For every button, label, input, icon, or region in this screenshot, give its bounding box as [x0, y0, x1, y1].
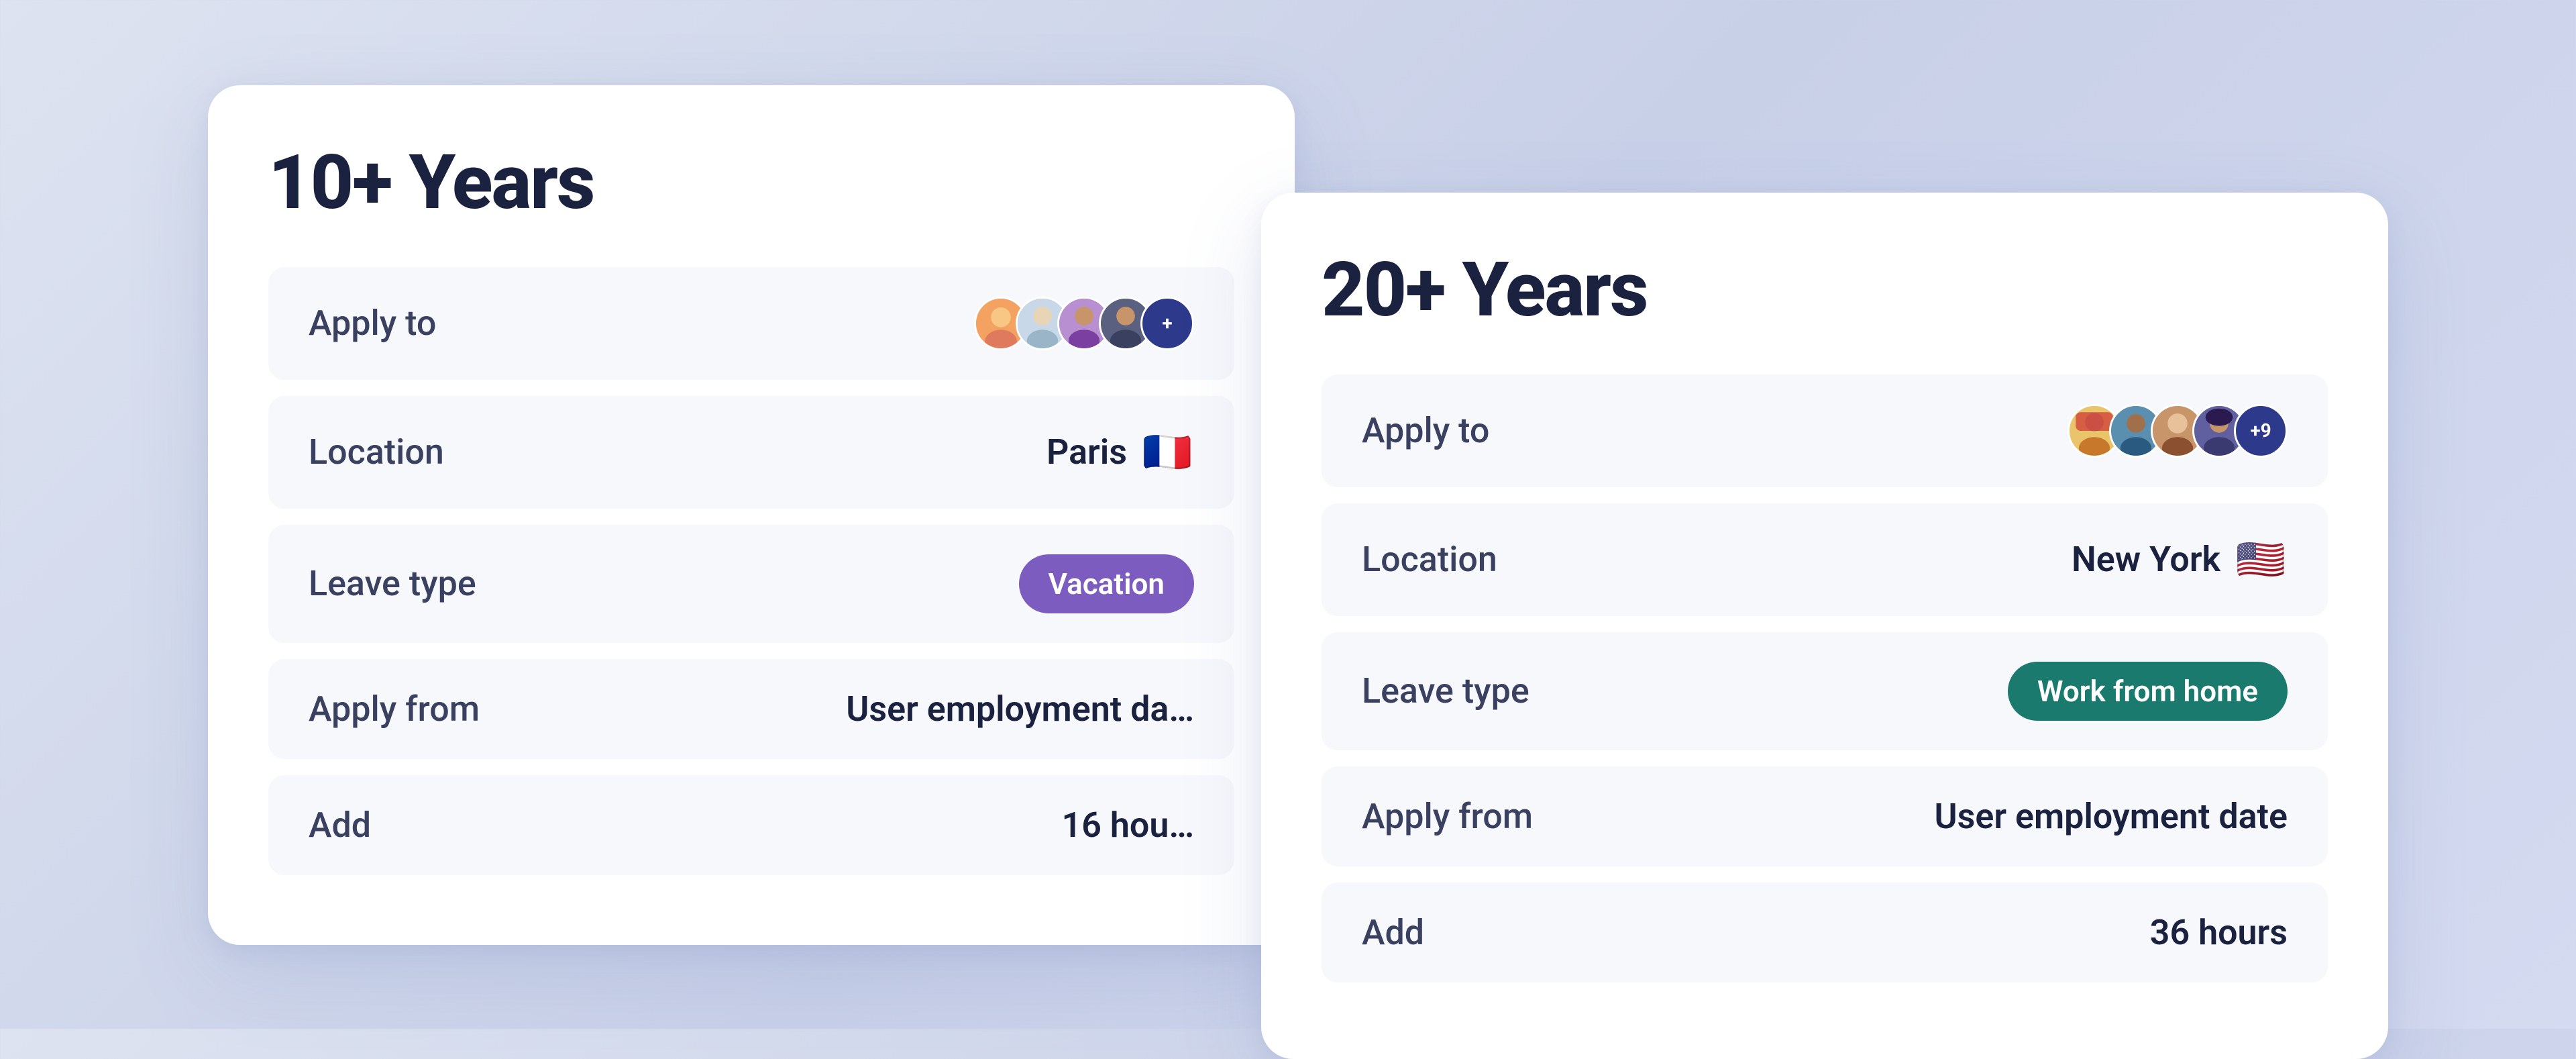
card-front-title: 20+ Years — [1322, 246, 2328, 334]
card-back: 10+ Years Apply to — [208, 85, 1295, 945]
label-apply-from-back: Apply from — [309, 689, 480, 729]
value-apply-from-front: User employment date — [1934, 796, 2288, 837]
label-apply-to-front: Apply to — [1362, 410, 1489, 451]
value-leave-back: Vacation — [1019, 554, 1195, 613]
field-row-add-front: Add 36 hours — [1322, 882, 2328, 982]
label-add-front: Add — [1362, 912, 1424, 953]
card-back-title: 10+ Years — [268, 139, 1234, 227]
flag-front: 🇺🇸 — [2234, 533, 2288, 587]
value-apply-from-back: User employment da… — [846, 689, 1194, 729]
location-text-back: Paris — [1046, 432, 1127, 472]
flag-back: 🇫🇷 — [1140, 425, 1194, 479]
value-apply-to-front: +9 — [2068, 404, 2288, 458]
field-row-apply-to-front: Apply to — [1322, 374, 2328, 487]
field-row-add-back: Add 16 hou… — [268, 775, 1234, 875]
avatar-count-front: +9 — [2234, 404, 2288, 458]
value-add-front: 36 hours — [2150, 912, 2288, 953]
label-location-back: Location — [309, 432, 444, 472]
value-location-back: Paris 🇫🇷 — [1046, 425, 1194, 479]
value-leave-front: Work from home — [2008, 662, 2288, 721]
field-row-leave-back: Leave type Vacation — [268, 525, 1234, 643]
scene: 10+ Years Apply to — [148, 45, 2428, 985]
field-row-leave-front: Leave type Work from home — [1322, 632, 2328, 750]
label-leave-front: Leave type — [1362, 670, 1529, 711]
label-apply-to-back: Apply to — [309, 303, 436, 344]
avatar-group-front: +9 — [2068, 404, 2288, 458]
value-location-front: New York 🇺🇸 — [2072, 533, 2288, 587]
field-row-location-front: Location New York 🇺🇸 — [1322, 503, 2328, 616]
apply-from-text-front: User employment date — [1934, 796, 2288, 837]
badge-leave-back: Vacation — [1019, 554, 1195, 613]
label-add-back: Add — [309, 805, 371, 846]
add-text-front: 36 hours — [2150, 912, 2288, 953]
location-text-front: New York — [2072, 539, 2220, 580]
field-row-apply-from-back: Apply from User employment da… — [268, 659, 1234, 759]
field-row-apply-from-front: Apply from User employment date — [1322, 766, 2328, 866]
field-row-location-back: Location Paris 🇫🇷 — [268, 396, 1234, 509]
avatar-group-back: + — [974, 297, 1194, 350]
badge-leave-front: Work from home — [2008, 662, 2288, 721]
label-leave-back: Leave type — [309, 563, 476, 604]
value-apply-to-back: + — [974, 297, 1194, 350]
add-text-back: 16 hou… — [1062, 805, 1194, 846]
value-add-back: 16 hou… — [1062, 805, 1194, 846]
label-location-front: Location — [1362, 539, 1497, 580]
card-front: 20+ Years Apply to — [1261, 193, 2388, 1059]
avatar-count-back: + — [1140, 297, 1194, 350]
label-apply-from-front: Apply from — [1362, 796, 1533, 837]
field-row-apply-to-back: Apply to — [268, 267, 1234, 380]
apply-from-text-back: User employment da… — [846, 689, 1194, 729]
